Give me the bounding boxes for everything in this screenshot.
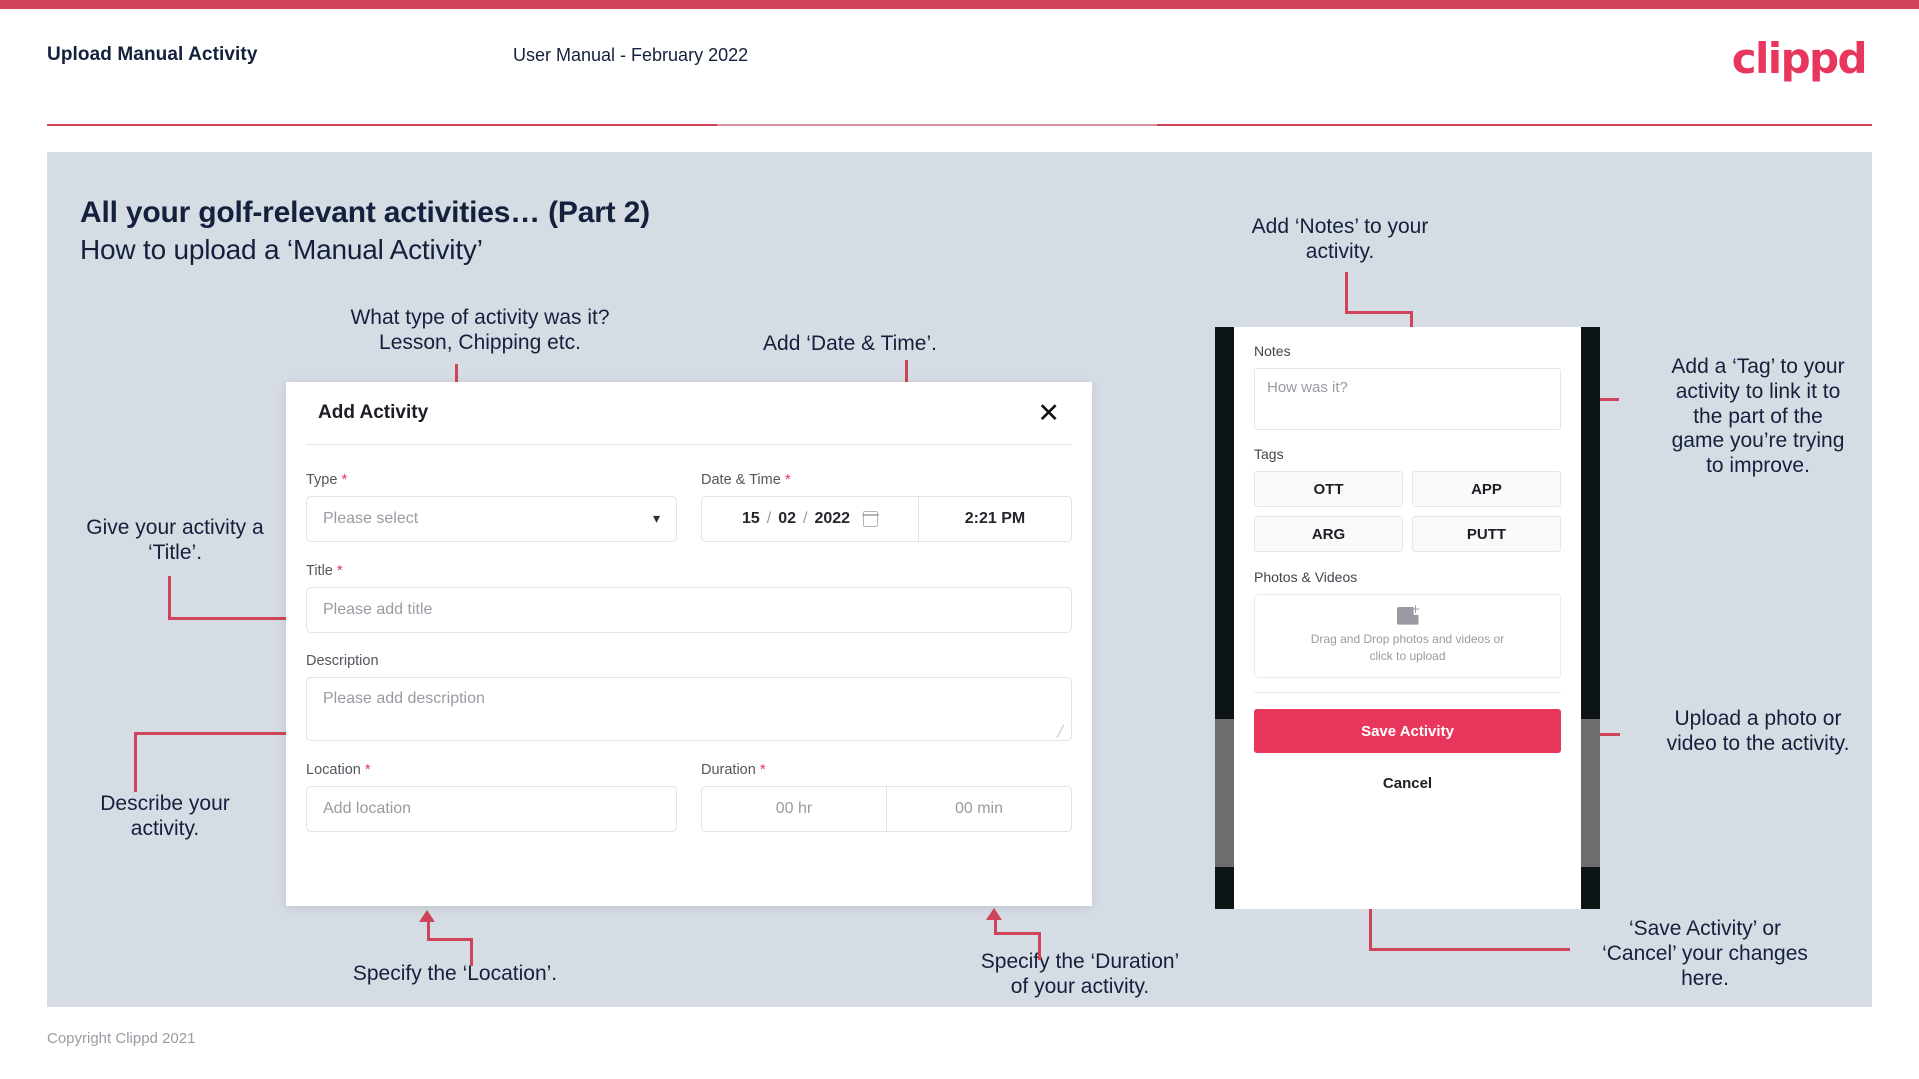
calendar-icon[interactable] [862, 511, 879, 527]
connector-loc-v2 [470, 938, 473, 966]
annotation-description: Describe your activity. [100, 792, 230, 840]
tag-arg[interactable]: ARG [1254, 516, 1403, 552]
label-type: Type * [306, 471, 348, 488]
connector-title-h [168, 617, 288, 620]
date-month: 02 [778, 510, 796, 527]
resize-grip-icon[interactable]: ╱ [1057, 727, 1067, 738]
phone-divider [1254, 692, 1561, 693]
field-location: Location * Add location [306, 761, 677, 832]
clippd-logo: clippd [1731, 34, 1868, 83]
connector-desc-h [134, 732, 289, 735]
connector-save-h [1400, 948, 1570, 951]
label-title: Title * [306, 562, 343, 579]
slide-subtitle: How to upload a ‘Manual Activity’ [80, 234, 483, 265]
tag-putt[interactable]: PUTT [1412, 516, 1561, 552]
chevron-down-icon: ▾ [652, 511, 660, 527]
field-type: Type * Please select ▾ [306, 471, 677, 542]
date-input[interactable]: 15 / 02 / 2022 [702, 497, 919, 541]
annotation-location: Specify the ‘Location’. [352, 962, 558, 985]
connector-loc-v [427, 922, 430, 940]
slide-page: Upload Manual Activity User Manual - Feb… [0, 0, 1919, 1079]
datetime-control: 15 / 02 / 2022 2:21 PM [701, 496, 1072, 542]
duration-hours-input[interactable]: 00 hr [702, 787, 887, 831]
tag-ott[interactable]: OTT [1254, 471, 1403, 507]
connector-title-v [168, 576, 171, 620]
annotation-tags: Add a ‘Tag’ to your activity to link it … [1671, 355, 1845, 478]
connector-dur-v2 [1038, 932, 1041, 960]
header-rule-left [47, 124, 717, 126]
time-input[interactable]: 2:21 PM [919, 497, 1071, 541]
type-select[interactable]: Please select ▾ [306, 496, 677, 542]
connector-dur-h [994, 932, 1041, 935]
location-input[interactable]: Add location [306, 786, 677, 832]
connector-notes-v [1345, 272, 1348, 314]
add-activity-modal: Add Activity ✕ Type * Please select ▾ Da… [286, 382, 1092, 906]
annotation-upload: Upload a photo or video to the activity. [1666, 707, 1850, 755]
tags-grid: OTT APP ARG PUTT [1254, 471, 1561, 552]
date-sep-1: / [766, 510, 772, 527]
duration-minutes-input[interactable]: 00 min [887, 787, 1071, 831]
save-activity-button[interactable]: Save Activity [1254, 709, 1561, 753]
dropzone-text: Drag and Drop photos and videos or click… [1310, 631, 1505, 663]
phone-bezel-left-bottom [1215, 867, 1234, 909]
add-image-icon: + [1396, 603, 1421, 625]
top-accent-bar [0, 0, 1919, 9]
connector-save-h2 [1369, 948, 1403, 951]
modal-body: Type * Please select ▾ Date & Time * 15 … [286, 445, 1092, 852]
label-location: Location * [306, 761, 371, 778]
notes-label: Notes [1254, 343, 1291, 359]
photos-label: Photos & Videos [1254, 569, 1358, 585]
connector-loc-h [427, 938, 473, 941]
annotation-duration: Specify the ‘Duration’ of your activity. [980, 950, 1180, 998]
slide-title: All your golf-relevant activities… (Part… [80, 196, 650, 229]
modal-header: Add Activity ✕ [286, 382, 1092, 444]
cancel-button[interactable]: Cancel [1254, 775, 1561, 792]
field-title: Title * Please add title [306, 562, 1072, 633]
field-duration: Duration * 00 hr 00 min [701, 761, 1072, 832]
description-textarea[interactable]: Please add description ╱ [306, 677, 1072, 741]
annotation-save: ‘Save Activity’ or ‘Cancel’ your changes… [1602, 917, 1808, 990]
connector-desc-v [134, 732, 137, 792]
header-subtitle: User Manual - February 2022 [513, 45, 749, 65]
field-datetime: Date & Time * 15 / 02 / 2022 2:21 PM [701, 471, 1072, 542]
arrow-duration [986, 908, 1002, 920]
date-sep-2: / [803, 510, 808, 527]
title-placeholder: Please add title [323, 601, 433, 618]
annotation-notes: Add ‘Notes’ to your activity. [1251, 215, 1429, 263]
tag-app[interactable]: APP [1412, 471, 1561, 507]
phone-bezel-right-bottom [1581, 867, 1600, 909]
footer-copyright: Copyright Clippd 2021 [47, 1030, 196, 1047]
connector-notes-h [1345, 311, 1413, 314]
type-select-value: Please select [323, 510, 419, 527]
date-year: 2022 [814, 510, 851, 527]
date-day: 15 [741, 510, 760, 527]
phone-screen: Notes How was it? Tags OTT APP ARG PUTT … [1234, 327, 1581, 909]
label-duration: Duration * [701, 761, 766, 778]
description-placeholder: Please add description [323, 690, 485, 707]
duration-control: 00 hr 00 min [701, 786, 1072, 832]
modal-title: Add Activity [318, 402, 429, 423]
annotation-type: What type of activity was it? Lesson, Ch… [350, 306, 610, 354]
location-placeholder: Add location [323, 800, 412, 817]
tags-label: Tags [1254, 446, 1284, 462]
notes-textarea[interactable]: How was it? [1254, 368, 1561, 430]
phone-bezel-left-grey [1215, 719, 1234, 867]
label-datetime: Date & Time * [701, 471, 791, 488]
phone-bezel-right-grey [1581, 719, 1600, 867]
photo-dropzone[interactable]: + Drag and Drop photos and videos or cli… [1254, 594, 1561, 678]
label-description: Description [306, 653, 379, 669]
header-rule-mid [717, 124, 1157, 126]
arrow-location [419, 910, 435, 922]
close-icon[interactable]: ✕ [1037, 400, 1060, 427]
title-input[interactable]: Please add title [306, 587, 1072, 633]
notes-placeholder: How was it? [1267, 379, 1348, 396]
phone-mockup: Notes How was it? Tags OTT APP ARG PUTT … [1215, 327, 1600, 909]
time-value: 2:21 PM [964, 510, 1026, 527]
header-rule-right [1157, 124, 1872, 126]
connector-dur-v [994, 920, 997, 934]
page-title: Upload Manual Activity [47, 44, 258, 65]
field-description: Description Please add description ╱ [306, 653, 1072, 741]
annotation-datetime: Add ‘Date & Time’. [763, 332, 937, 355]
annotation-title: Give your activity a ‘Title’. [86, 516, 264, 564]
